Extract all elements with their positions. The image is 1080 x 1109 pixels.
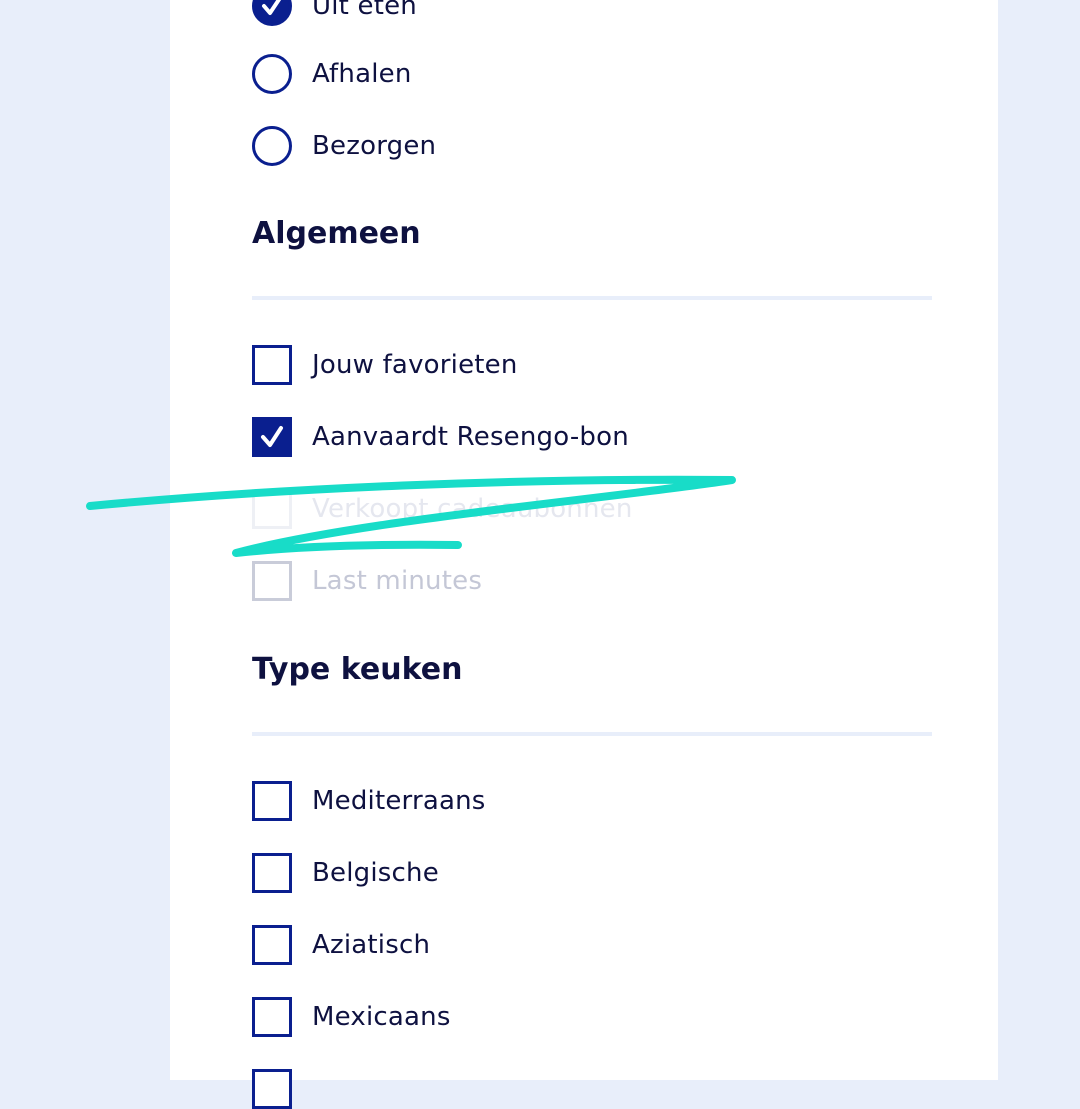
checkbox-next-partial[interactable] bbox=[252, 1069, 292, 1109]
checkbox-label: Belgische bbox=[312, 858, 439, 888]
checkbox-label: Verkoopt cadeaubonnen bbox=[312, 494, 633, 524]
checkbox-unchecked-icon bbox=[252, 489, 292, 529]
checkbox-unchecked-icon bbox=[252, 853, 292, 893]
checkmark-icon bbox=[262, 0, 282, 15]
checkbox-belgische[interactable]: Belgische bbox=[252, 853, 439, 893]
checkbox-label: Aanvaardt Resengo-bon bbox=[312, 422, 629, 452]
radio-unchecked-icon bbox=[252, 126, 292, 166]
radio-label: Uit eten bbox=[312, 0, 417, 21]
checkbox-unchecked-icon bbox=[252, 997, 292, 1037]
checkbox-jouw-favorieten[interactable]: Jouw favorieten bbox=[252, 345, 518, 385]
checkbox-verkoopt-cadeaubonnen[interactable]: Verkoopt cadeaubonnen bbox=[252, 489, 633, 529]
radio-checked-icon bbox=[252, 0, 292, 26]
checkbox-label: Jouw favorieten bbox=[312, 350, 518, 380]
section-divider bbox=[252, 732, 932, 736]
radio-uit-eten[interactable]: Uit eten bbox=[252, 0, 417, 26]
checkbox-aziatisch[interactable]: Aziatisch bbox=[252, 925, 430, 965]
checkbox-unchecked-icon bbox=[252, 345, 292, 385]
checkbox-disabled-icon bbox=[252, 561, 292, 601]
radio-label: Afhalen bbox=[312, 59, 412, 89]
radio-bezorgen[interactable]: Bezorgen bbox=[252, 126, 436, 166]
checkbox-unchecked-icon bbox=[252, 781, 292, 821]
radio-unchecked-icon bbox=[252, 54, 292, 94]
checkbox-last-minutes: Last minutes bbox=[252, 561, 482, 601]
checkbox-label: Mediterraans bbox=[312, 786, 486, 816]
checkbox-aanvaardt-resengo-bon[interactable]: Aanvaardt Resengo-bon bbox=[252, 417, 629, 457]
checkbox-label: Last minutes bbox=[312, 566, 483, 596]
radio-afhalen[interactable]: Afhalen bbox=[252, 54, 412, 94]
checkbox-label: Mexicaans bbox=[312, 1002, 451, 1032]
checkbox-mediterraans[interactable]: Mediterraans bbox=[252, 781, 486, 821]
checkbox-unchecked-icon bbox=[252, 1069, 292, 1109]
checkbox-label: Aziatisch bbox=[312, 930, 431, 960]
radio-label: Bezorgen bbox=[312, 131, 437, 161]
section-divider bbox=[252, 296, 932, 300]
checkmark-icon bbox=[261, 426, 283, 447]
checkbox-checked-icon bbox=[252, 417, 292, 457]
checkbox-mexicaans[interactable]: Mexicaans bbox=[252, 997, 451, 1037]
section-title-type-keuken: Type keuken bbox=[252, 652, 463, 687]
section-title-algemeen: Algemeen bbox=[252, 216, 421, 251]
checkbox-unchecked-icon bbox=[252, 925, 292, 965]
